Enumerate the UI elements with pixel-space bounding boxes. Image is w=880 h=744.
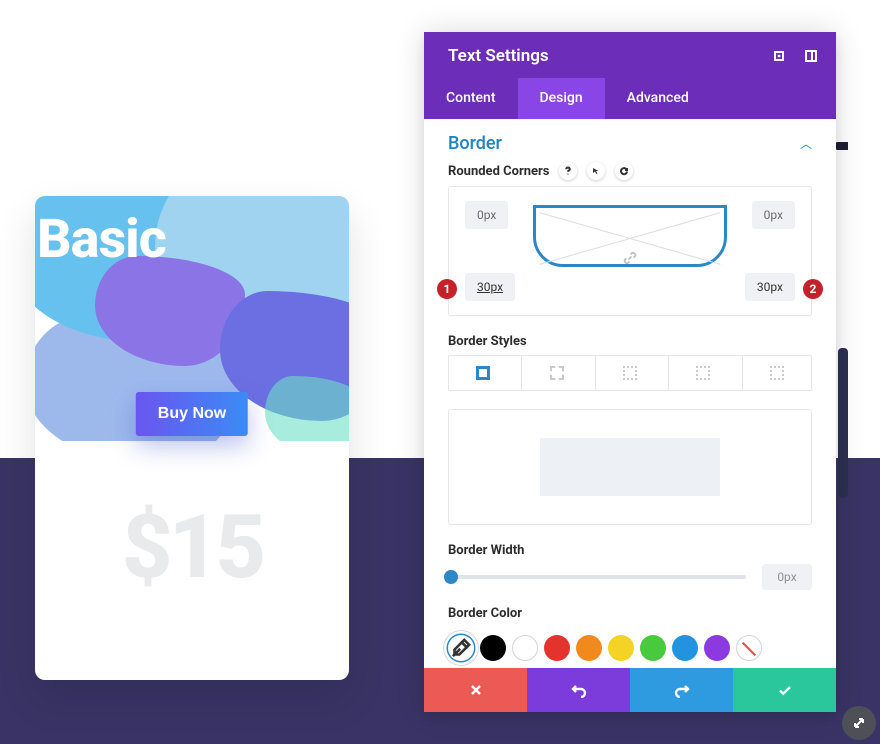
tab-design[interactable]: Design [518, 78, 605, 119]
section-border-toggle[interactable]: Border ︿ [448, 119, 812, 162]
page-edge-peek [834, 142, 848, 150]
reset-icon[interactable] [615, 162, 633, 180]
corner-top-left-input[interactable]: 0px [465, 201, 508, 229]
border-width-slider[interactable] [448, 575, 746, 579]
settings-tabs: Content Design Advanced [424, 78, 836, 119]
corner-top-right-input[interactable]: 0px [752, 201, 795, 229]
swatch-blue[interactable] [672, 635, 698, 661]
expand-icon[interactable] [772, 49, 786, 63]
action-bar [424, 668, 836, 712]
rounded-corners-control: 0px 0px 30px 30px 1 2 [448, 186, 812, 316]
border-style-buttons [448, 355, 812, 391]
swatch-orange[interactable] [576, 635, 602, 661]
panel-body: Border ︿ Rounded Corners 0px 0px 30px 30… [424, 119, 836, 668]
resize-handle[interactable] [842, 706, 876, 740]
annotation-badge-1: 1 [437, 279, 457, 299]
border-color-label: Border Color [448, 606, 812, 621]
border-preview [448, 409, 812, 525]
rounded-corners-label: Rounded Corners [448, 162, 812, 180]
swatch-none[interactable] [736, 635, 762, 661]
swatch-black[interactable] [480, 635, 506, 661]
pricing-card: Basic Buy Now $15 [35, 196, 349, 680]
border-width-value[interactable]: 0px [762, 564, 812, 590]
corner-bottom-left-input[interactable]: 30px [465, 273, 515, 301]
redo-button[interactable] [630, 668, 733, 712]
panel-header[interactable]: Text Settings [424, 32, 836, 78]
border-style-dotted-2[interactable] [668, 356, 737, 390]
save-button[interactable] [733, 668, 836, 712]
help-icon[interactable] [559, 162, 577, 180]
annotation-badge-2: 2 [803, 279, 823, 299]
page-edge-scroll [838, 348, 848, 498]
border-style-dotted-1[interactable] [595, 356, 664, 390]
dock-icon[interactable] [804, 49, 818, 63]
rounded-corners-text: Rounded Corners [448, 164, 549, 179]
border-style-solid[interactable] [449, 356, 517, 390]
buy-now-button[interactable]: Buy Now [136, 392, 248, 436]
corner-preview-shape [533, 205, 727, 267]
tab-advanced[interactable]: Advanced [605, 78, 711, 119]
border-width-label: Border Width [448, 543, 812, 558]
swatch-red[interactable] [544, 635, 570, 661]
cancel-button[interactable] [424, 668, 527, 712]
slider-thumb[interactable] [444, 570, 458, 584]
settings-panel: Text Settings Content Design Advanced Bo… [424, 32, 836, 712]
color-swatches [448, 627, 812, 661]
border-style-dashed-1[interactable] [521, 356, 590, 390]
swatch-yellow[interactable] [608, 635, 634, 661]
swatch-green[interactable] [640, 635, 666, 661]
section-border-title: Border [448, 133, 502, 154]
panel-title: Text Settings [448, 46, 549, 66]
tab-content[interactable]: Content [424, 78, 518, 119]
card-price: $15 [35, 496, 349, 599]
corner-bottom-right-input[interactable]: 30px [745, 273, 795, 301]
undo-button[interactable] [527, 668, 630, 712]
link-values-icon[interactable] [622, 250, 638, 270]
hover-icon[interactable] [587, 162, 605, 180]
border-preview-inner [540, 438, 720, 496]
swatch-purple[interactable] [704, 635, 730, 661]
eyedropper-icon[interactable] [448, 635, 474, 661]
chevron-up-icon: ︿ [800, 135, 812, 152]
border-style-dotted-3[interactable] [742, 356, 811, 390]
border-styles-label: Border Styles [448, 334, 812, 349]
swatch-white[interactable] [512, 635, 538, 661]
card-title: Basic [37, 208, 166, 271]
